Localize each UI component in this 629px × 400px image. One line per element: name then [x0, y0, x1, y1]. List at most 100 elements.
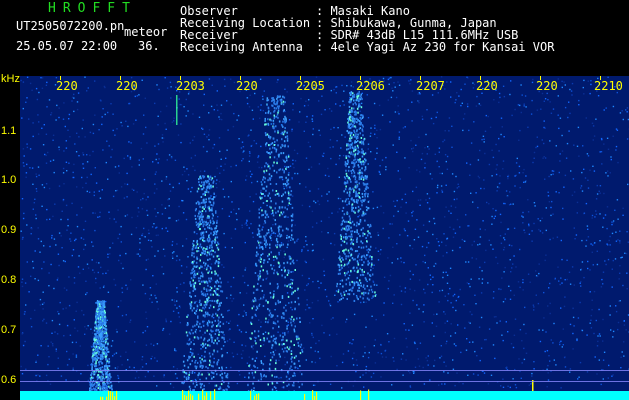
echo-pixel: [255, 336, 257, 339]
echo-pixel: [282, 211, 285, 214]
noise-pixel: [405, 201, 407, 204]
noise-pixel: [589, 291, 591, 293]
noise-pixel: [333, 88, 335, 91]
noise-pixel: [117, 237, 119, 240]
noise-pixel: [101, 123, 103, 126]
noise-pixel: [487, 383, 490, 385]
noise-pixel: [216, 179, 218, 181]
echo-pixel: [99, 386, 101, 389]
echo-pixel: [258, 232, 260, 235]
echo-pixel: [220, 301, 222, 304]
echo-pixel: [265, 112, 267, 114]
noise-pixel: [465, 261, 467, 263]
noise-pixel: [327, 232, 329, 234]
noise-pixel: [262, 98, 264, 100]
noise-pixel: [327, 200, 329, 202]
echo-pixel: [211, 177, 214, 180]
echo-pixel: [262, 178, 264, 181]
echo-pixel: [347, 147, 350, 150]
echo-pixel: [339, 272, 341, 275]
echo-pixel: [265, 189, 267, 192]
noise-pixel: [37, 238, 40, 240]
noise-pixel: [260, 189, 262, 192]
noise-pixel: [300, 97, 302, 100]
echo-pixel: [101, 386, 103, 389]
echo-pixel: [208, 333, 211, 336]
noise-pixel: [431, 178, 433, 180]
echo-pixel: [95, 318, 98, 321]
echo-pixel: [257, 274, 259, 277]
noise-pixel: [305, 186, 307, 188]
echo-pixel: [92, 343, 95, 346]
echo-pixel: [263, 337, 265, 340]
noise-pixel: [410, 79, 412, 81]
echo-pixel: [299, 321, 301, 323]
echo-pixel: [284, 284, 286, 287]
noise-pixel: [64, 125, 66, 128]
noise-pixel: [370, 127, 372, 129]
echo-pixel: [212, 293, 214, 296]
echo-pixel: [290, 357, 292, 360]
echo-pixel: [211, 340, 213, 343]
noise-pixel: [94, 114, 96, 116]
noise-pixel: [91, 259, 93, 261]
noise-pixel: [411, 90, 414, 92]
noise-pixel: [305, 236, 307, 238]
noise-pixel: [142, 331, 144, 334]
echo-pixel: [93, 348, 95, 351]
noise-pixel: [539, 220, 542, 222]
noise-pixel: [475, 258, 478, 260]
echo-pixel: [248, 364, 250, 367]
noise-pixel: [68, 304, 71, 307]
echo-pixel: [205, 221, 207, 224]
noise-pixel: [549, 101, 551, 103]
noise-pixel: [34, 250, 36, 252]
echo-pixel: [202, 215, 204, 218]
echo-pixel: [192, 242, 194, 245]
noise-pixel: [37, 166, 40, 168]
echo-pixel: [281, 274, 283, 277]
noise-pixel: [301, 249, 303, 251]
echo-pixel: [210, 244, 213, 247]
noise-pixel: [599, 335, 601, 337]
noise-pixel: [477, 374, 479, 376]
noise-pixel: [76, 225, 79, 228]
echo-pixel: [342, 297, 344, 299]
noise-pixel: [82, 163, 84, 165]
noise-pixel: [452, 359, 454, 361]
echo-pixel: [281, 132, 283, 135]
echo-pixel: [360, 142, 363, 145]
noise-pixel: [171, 240, 174, 243]
echo-pixel: [251, 358, 254, 361]
echo-pixel: [101, 355, 103, 358]
noise-pixel: [315, 76, 318, 78]
echo-pixel: [263, 170, 265, 173]
noise-pixel: [47, 363, 49, 366]
noise-pixel: [503, 136, 505, 138]
echo-pixel: [99, 343, 101, 346]
noise-pixel: [517, 104, 520, 106]
noise-pixel: [318, 203, 321, 206]
noise-pixel: [503, 271, 505, 273]
noise-pixel: [456, 187, 458, 189]
noise-pixel: [444, 383, 446, 385]
noise-pixel: [561, 258, 563, 261]
noise-pixel: [210, 280, 212, 282]
noise-pixel: [465, 214, 467, 216]
noise-pixel: [196, 308, 198, 310]
noise-pixel: [456, 372, 458, 374]
echo-pixel: [250, 323, 253, 325]
noise-pixel: [402, 374, 404, 376]
noise-pixel: [418, 308, 420, 310]
noise-pixel: [612, 221, 614, 224]
noise-pixel: [165, 318, 167, 320]
echo-pixel: [215, 259, 218, 262]
echo-pixel: [259, 272, 261, 275]
noise-pixel: [470, 142, 473, 144]
noise-pixel: [304, 309, 307, 311]
noise-pixel: [46, 208, 48, 211]
echo-pixel: [258, 224, 261, 227]
echo-pixel: [283, 216, 286, 218]
noise-pixel: [426, 230, 428, 233]
echo-pixel: [216, 221, 218, 224]
